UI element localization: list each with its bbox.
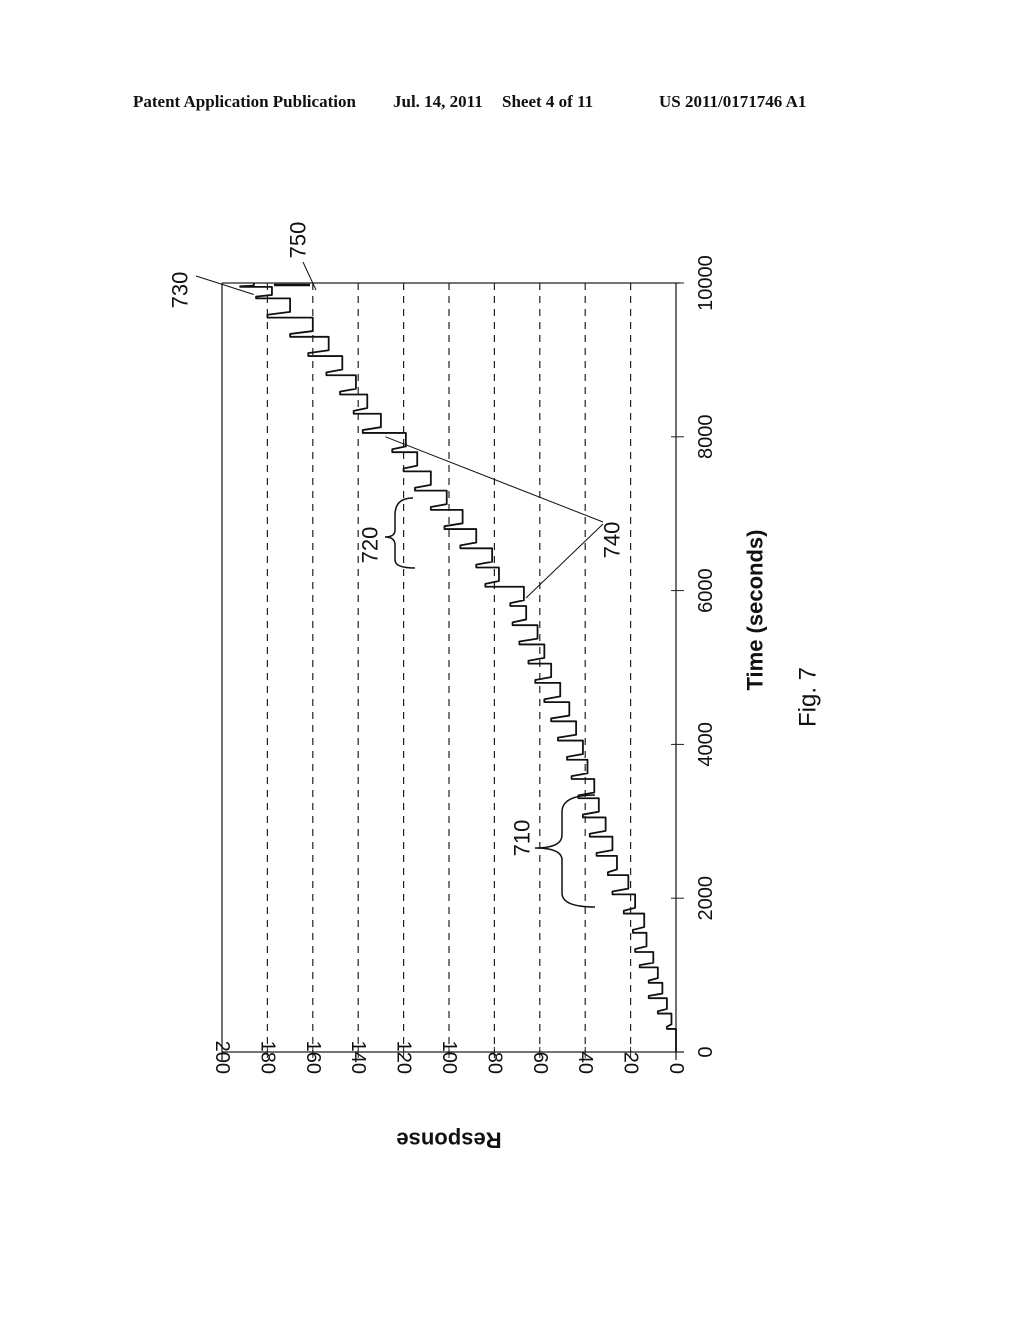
label-710: 710 [510,820,535,857]
x-tick-label: 10000 [695,255,717,311]
y-tick-label: 200 [211,1041,233,1074]
x-tick-label: 2000 [695,876,717,921]
response-time-chart: 730 750 720 740 710 0 20 40 60 80 100 120 140 160 180… [168,222,822,1153]
label-720: 720 [358,527,383,564]
grid-lines [266,283,632,1052]
annotations: 730 750 720 740 710 [168,222,625,908]
x-tick-label: 4000 [695,722,717,767]
brace-720 [384,497,416,569]
y-tick-label: 140 [347,1041,369,1074]
y-tick-label: 160 [302,1041,324,1074]
y-tick-label: 100 [438,1041,460,1074]
data-series [239,283,677,1052]
y-tick-label: 20 [620,1052,642,1074]
leader-740-b [525,523,604,599]
x-tick-label: 0 [695,1046,717,1057]
x-tick-label: 6000 [695,568,717,613]
brace-710 [534,794,596,908]
label-750: 750 [286,222,311,259]
label-740: 740 [600,522,625,559]
plot-frame [221,282,684,1060]
axis-ticks [221,282,684,1058]
response-trace [239,283,677,1052]
axis-labels: 020406080100120140160180200 0200040006000… [211,255,822,1152]
y-tick-label: 180 [256,1041,278,1074]
y-tick-label: 40 [574,1052,596,1074]
x-tick-label: 8000 [695,415,717,460]
y-axis-title: Response [396,1128,501,1153]
y-tick-label: 120 [393,1041,415,1074]
y-tick-label: 0 [665,1063,687,1074]
label-730: 730 [168,272,193,309]
x-axis-title: Time (seconds) [743,530,768,691]
figure-label: Fig. 7 [795,667,822,727]
y-tick-label: 60 [529,1052,551,1074]
y-tick-label: 80 [483,1052,505,1074]
